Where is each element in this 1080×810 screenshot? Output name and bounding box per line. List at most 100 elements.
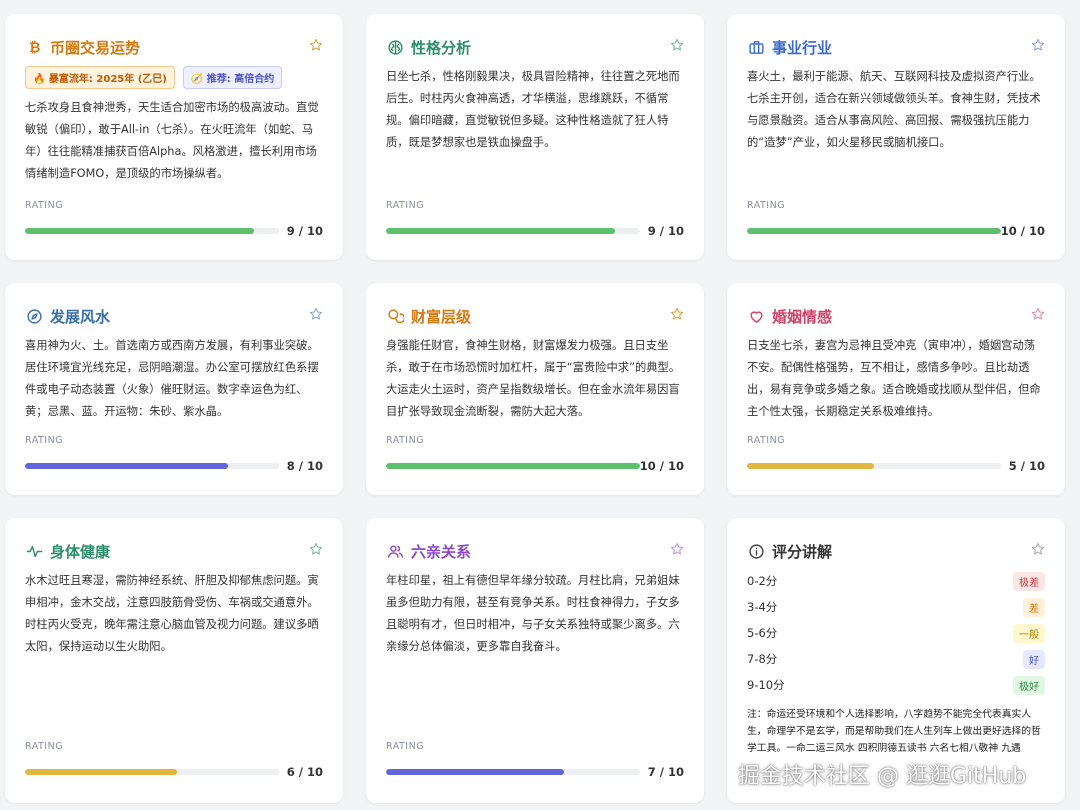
- card-wealth: 财富层级 身强能任财官，食神生财格，财富爆发力极强。且日支坐杀，敢于在市场恐慌时…: [366, 283, 704, 495]
- card-health: 身体健康 水木过旺且寒湿，需防神经系统、肝胆及抑郁焦虑问题。寅申相冲，金木交战，…: [5, 518, 343, 803]
- legend-range: 3-4分: [747, 600, 778, 614]
- card-header: 六亲关系: [386, 540, 684, 562]
- bitcoin-icon: ₿: [25, 38, 43, 56]
- card-description: 水木过旺且寒湿，需防神经系统、肝胆及抑郁焦虑问题。寅申相冲，金木交战，注意四肢筋…: [25, 574, 319, 653]
- card-description: 日坐七杀，性格刚毅果决，极具冒险精神，往往置之死地而后生。时柱丙火食神高透，才华…: [386, 70, 680, 149]
- card-description: 七杀攻身且食神泄秀，天生适合加密市场的极高波动。直觉敏锐（偏印），敢于All-i…: [25, 101, 319, 180]
- star-icon[interactable]: [670, 38, 684, 52]
- rating-bar: [25, 769, 279, 775]
- disclaimer-note: 注：命运还受环境和个人选择影响，八字趋势不能完全代表真实人生，命理学不是玄学，而…: [747, 709, 1041, 754]
- card-description: 喜火土，最利于能源、航天、互联网科技及虚拟资产行业。七杀主开创，适合在新兴领域做…: [747, 70, 1041, 149]
- rating-bar: [747, 463, 1001, 469]
- legend-tag: 差: [1023, 597, 1045, 617]
- card-header: ₿ 币圈交易运势: [25, 36, 323, 58]
- legend-range: 0-2分: [747, 574, 778, 588]
- rating-bar-fill: [25, 228, 254, 234]
- fortune-year-badge: 🔥 暴富流年: 2025年 (乙巳): [25, 66, 175, 89]
- info-icon: [747, 542, 765, 560]
- legend-row: 7-8分 好: [747, 646, 1045, 672]
- rating-bar-fill: [386, 228, 615, 234]
- star-icon[interactable]: [1031, 38, 1045, 52]
- rating-bar: [25, 228, 279, 234]
- star-icon[interactable]: [309, 542, 323, 556]
- watermark: 掘金技术社区 @ 逛逛GitHub: [738, 764, 1027, 789]
- star-icon[interactable]: [670, 542, 684, 556]
- star-icon[interactable]: [670, 307, 684, 321]
- legend-tag: 极差: [1013, 571, 1045, 591]
- badge-row: 🔥 暴富流年: 2025年 (乙巳) 🧭 推荐: 高倍合约: [25, 66, 323, 89]
- rating-label: RATING: [25, 435, 64, 446]
- rating-score: 9 / 10: [286, 224, 323, 238]
- rating-label: RATING: [25, 741, 64, 752]
- card-description: 日支坐七杀，妻宫为忌神且受冲克（寅申冲），婚姻宫动荡不安。配偶性格强势，互不相让…: [747, 339, 1041, 418]
- rating-score: 10 / 10: [639, 459, 684, 473]
- legend-row: 5-6分 一般: [747, 620, 1045, 646]
- svg-text:₿: ₿: [29, 40, 40, 55]
- briefcase-icon: [747, 38, 765, 56]
- card-header: 性格分析: [386, 36, 684, 58]
- legend-range: 7-8分: [747, 652, 778, 666]
- card-title: 币圈交易运势: [50, 38, 141, 57]
- rating-bar-fill: [25, 463, 229, 469]
- compass-icon: [25, 307, 43, 325]
- card-title: 六亲关系: [411, 542, 472, 561]
- rating-score: 10 / 10: [1000, 224, 1045, 238]
- rating-bar: [25, 463, 279, 469]
- heart-icon: [747, 307, 765, 325]
- rating-bar: [386, 463, 640, 469]
- star-icon[interactable]: [1031, 542, 1045, 556]
- card-title: 发展风水: [50, 307, 111, 326]
- card-description: 身强能任财官，食神生财格，财富爆发力极强。且日支坐杀，敢于在市场恐慌时加杠杆，属…: [386, 339, 681, 418]
- rating-bar-fill: [386, 463, 640, 469]
- rating-bar-fill: [747, 228, 1001, 234]
- card-header: 身体健康: [25, 540, 323, 562]
- rating-bar: [386, 228, 640, 234]
- card-title: 性格分析: [411, 38, 472, 57]
- card-title: 财富层级: [411, 307, 472, 326]
- rating-label: RATING: [386, 200, 425, 211]
- rating-score: 7 / 10: [647, 765, 684, 779]
- card-title: 评分讲解: [772, 542, 833, 561]
- pulse-icon: [25, 542, 43, 560]
- card-title: 身体健康: [50, 542, 111, 561]
- rating-bar-fill: [747, 463, 874, 469]
- card-header: 评分讲解: [747, 540, 1045, 562]
- legend-range: 5-6分: [747, 626, 778, 640]
- card-marriage: 婚姻情感 日支坐七杀，妻宫为忌神且受冲克（寅申冲），婚姻宫动荡不安。配偶性格强势…: [727, 283, 1065, 495]
- rating-bar: [386, 769, 640, 775]
- rating-bar-fill: [386, 769, 564, 775]
- card-title: 事业行业: [772, 38, 833, 57]
- card-career: 事业行业 喜火土，最利于能源、航天、互联网科技及虚拟资产行业。七杀主开创，适合在…: [727, 14, 1065, 260]
- legend-list: 0-2分 极差 3-4分 差 5-6分 一般 7-8分 好 9-10分 极好: [747, 568, 1045, 698]
- coins-icon: [386, 307, 404, 325]
- card-header: 婚姻情感: [747, 305, 1045, 327]
- legend-tag: 一般: [1013, 623, 1045, 643]
- legend-row: 0-2分 极差: [747, 568, 1045, 594]
- legend-row: 9-10分 极好: [747, 672, 1045, 698]
- legend-tag: 好: [1023, 649, 1045, 669]
- card-crypto-fortune: ₿ 币圈交易运势 🔥 暴富流年: 2025年 (乙巳) 🧭 推荐: 高倍合约 七…: [5, 14, 343, 260]
- card-description: 喜用神为火、土。首选南方或西南方发展，有利事业突破。居住环境宜光线充足，忌阴暗潮…: [25, 339, 319, 418]
- star-icon[interactable]: [309, 307, 323, 321]
- card-personality: 性格分析 日坐七杀，性格刚毅果决，极具冒险精神，往往置之死地而后生。时柱丙火食神…: [366, 14, 704, 260]
- card-header: 发展风水: [25, 305, 323, 327]
- card-family: 六亲关系 年柱印星，祖上有德但早年缘分较疏。月柱比肩，兄弟姐妹虽多但助力有限，甚…: [366, 518, 704, 803]
- star-icon[interactable]: [309, 38, 323, 52]
- legend-row: 3-4分 差: [747, 594, 1045, 620]
- legend-tag: 极好: [1013, 675, 1045, 695]
- rating-label: RATING: [25, 200, 64, 211]
- rating-score: 6 / 10: [286, 765, 323, 779]
- card-title: 婚姻情感: [772, 307, 833, 326]
- brain-icon: [386, 38, 404, 56]
- legend-range: 9-10分: [747, 678, 785, 692]
- rating-label: RATING: [386, 741, 425, 752]
- rating-label: RATING: [747, 200, 786, 211]
- rating-label: RATING: [386, 435, 425, 446]
- users-icon: [386, 542, 404, 560]
- card-header: 事业行业: [747, 36, 1045, 58]
- rating-score: 5 / 10: [1008, 459, 1045, 473]
- rating-bar: [747, 228, 1001, 234]
- star-icon[interactable]: [1031, 307, 1045, 321]
- rating-bar-fill: [25, 769, 178, 775]
- rating-score: 8 / 10: [286, 459, 323, 473]
